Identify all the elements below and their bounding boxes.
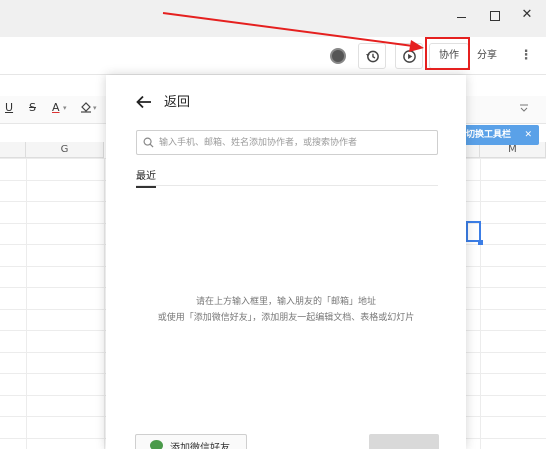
- user-avatar-icon[interactable]: [330, 48, 346, 64]
- fill-color-dropdown-icon[interactable]: ▾: [93, 104, 97, 112]
- fill-handle[interactable]: [478, 240, 483, 245]
- toggle-toolbar-tooltip: 切换工具栏 ✕: [459, 125, 539, 145]
- play-icon: [403, 50, 416, 63]
- collaborator-panel: 返回 最近 请在上方输入框里，输入朋友的「邮箱」地址 或使用「添加微信好友」，添…: [106, 75, 466, 449]
- collaborator-search-box[interactable]: [136, 130, 438, 155]
- back-arrow-icon: [136, 95, 151, 109]
- tooltip-close-icon[interactable]: ✕: [524, 125, 532, 145]
- empty-hint-line2: 或使用「添加微信好友」，添加朋友一起编辑文档、表格或幻灯片: [157, 313, 415, 323]
- tab-divider: [136, 185, 438, 186]
- more-options-button[interactable]: ⋮: [514, 43, 538, 69]
- back-label: 返回: [164, 95, 191, 110]
- present-button[interactable]: [395, 43, 423, 69]
- font-color-dropdown-icon[interactable]: ▾: [63, 104, 67, 112]
- collapse-toolbar-icon[interactable]: [519, 103, 529, 116]
- close-window-button[interactable]: ✕: [512, 5, 542, 25]
- collaborator-search-input[interactable]: [159, 131, 435, 154]
- toggle-toolbar-label: 切换工具栏: [466, 130, 512, 140]
- minimize-button[interactable]: [446, 5, 476, 25]
- maximize-button[interactable]: [480, 5, 510, 25]
- fill-color-icon[interactable]: [80, 101, 92, 116]
- column-header-g[interactable]: G: [26, 142, 104, 158]
- column-header-f[interactable]: [0, 142, 26, 158]
- collaborate-highlight-box: [425, 37, 470, 70]
- add-wechat-label: 添加微信好友: [170, 443, 230, 449]
- history-icon: [365, 50, 379, 63]
- search-icon: [143, 137, 154, 148]
- underline-button[interactable]: U: [5, 101, 13, 114]
- add-wechat-friend-button[interactable]: 添加微信好友: [135, 434, 247, 449]
- strikethrough-button[interactable]: S: [29, 101, 36, 114]
- font-color-button[interactable]: A: [52, 101, 60, 114]
- empty-hint-line1: 请在上方输入框里，输入朋友的「邮箱」地址: [195, 297, 376, 307]
- share-button[interactable]: 分享: [472, 43, 502, 69]
- selected-cell[interactable]: [466, 221, 481, 242]
- history-button[interactable]: [358, 43, 386, 69]
- send-invite-button[interactable]: [369, 434, 439, 449]
- window-titlebar: ✕: [0, 0, 546, 37]
- wechat-icon: [150, 440, 163, 449]
